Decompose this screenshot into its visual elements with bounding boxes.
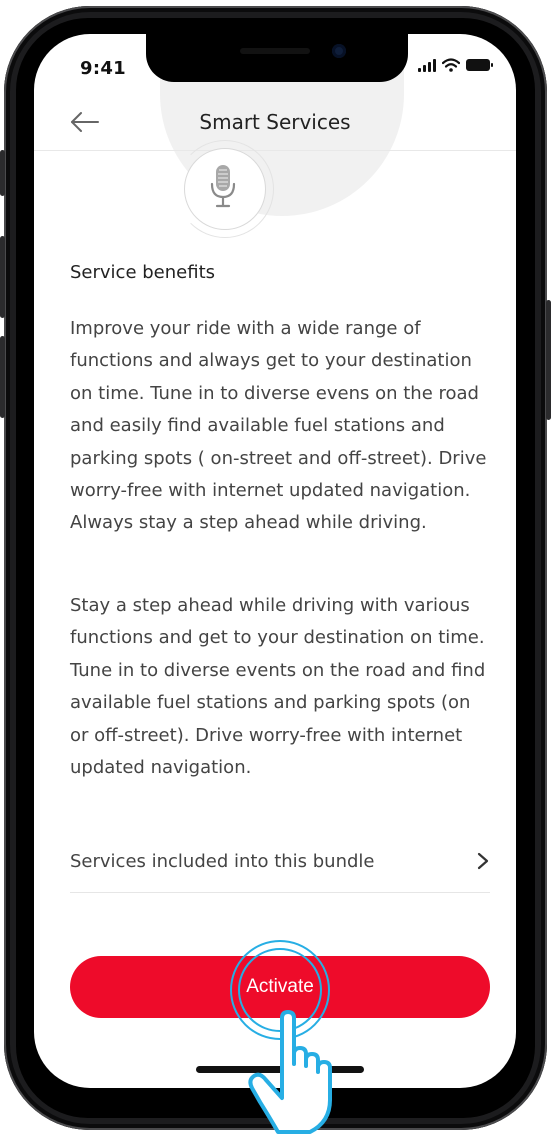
cellular-signal-icon <box>418 58 436 72</box>
front-camera <box>332 44 346 58</box>
arrow-left-icon[interactable] <box>68 108 102 136</box>
bundle-divider <box>70 892 490 893</box>
power-button <box>546 300 551 420</box>
status-time: 9:41 <box>80 58 126 79</box>
chevron-right-icon <box>477 852 489 870</box>
battery-icon <box>466 59 493 71</box>
speaker-grille <box>240 48 310 54</box>
page-title: Smart Services <box>199 110 351 134</box>
status-icons <box>418 58 493 72</box>
volume-down-button <box>0 336 5 418</box>
section-title: Service benefits <box>70 262 216 283</box>
microphone-icon <box>210 165 236 208</box>
services-bundle-row[interactable]: Services included into this bundle <box>70 844 490 878</box>
tap-hand-icon <box>248 1010 332 1134</box>
silent-switch <box>0 150 5 196</box>
wifi-icon <box>442 58 460 72</box>
benefits-paragraph: Improve your ride with a wide range of f… <box>70 318 487 534</box>
notch <box>146 34 408 82</box>
bundle-row-label: Services included into this bundle <box>70 850 375 872</box>
header-divider <box>34 150 516 151</box>
benefits-paragraph: Stay a step ahead while driving with var… <box>70 595 486 779</box>
volume-up-button <box>0 236 5 318</box>
